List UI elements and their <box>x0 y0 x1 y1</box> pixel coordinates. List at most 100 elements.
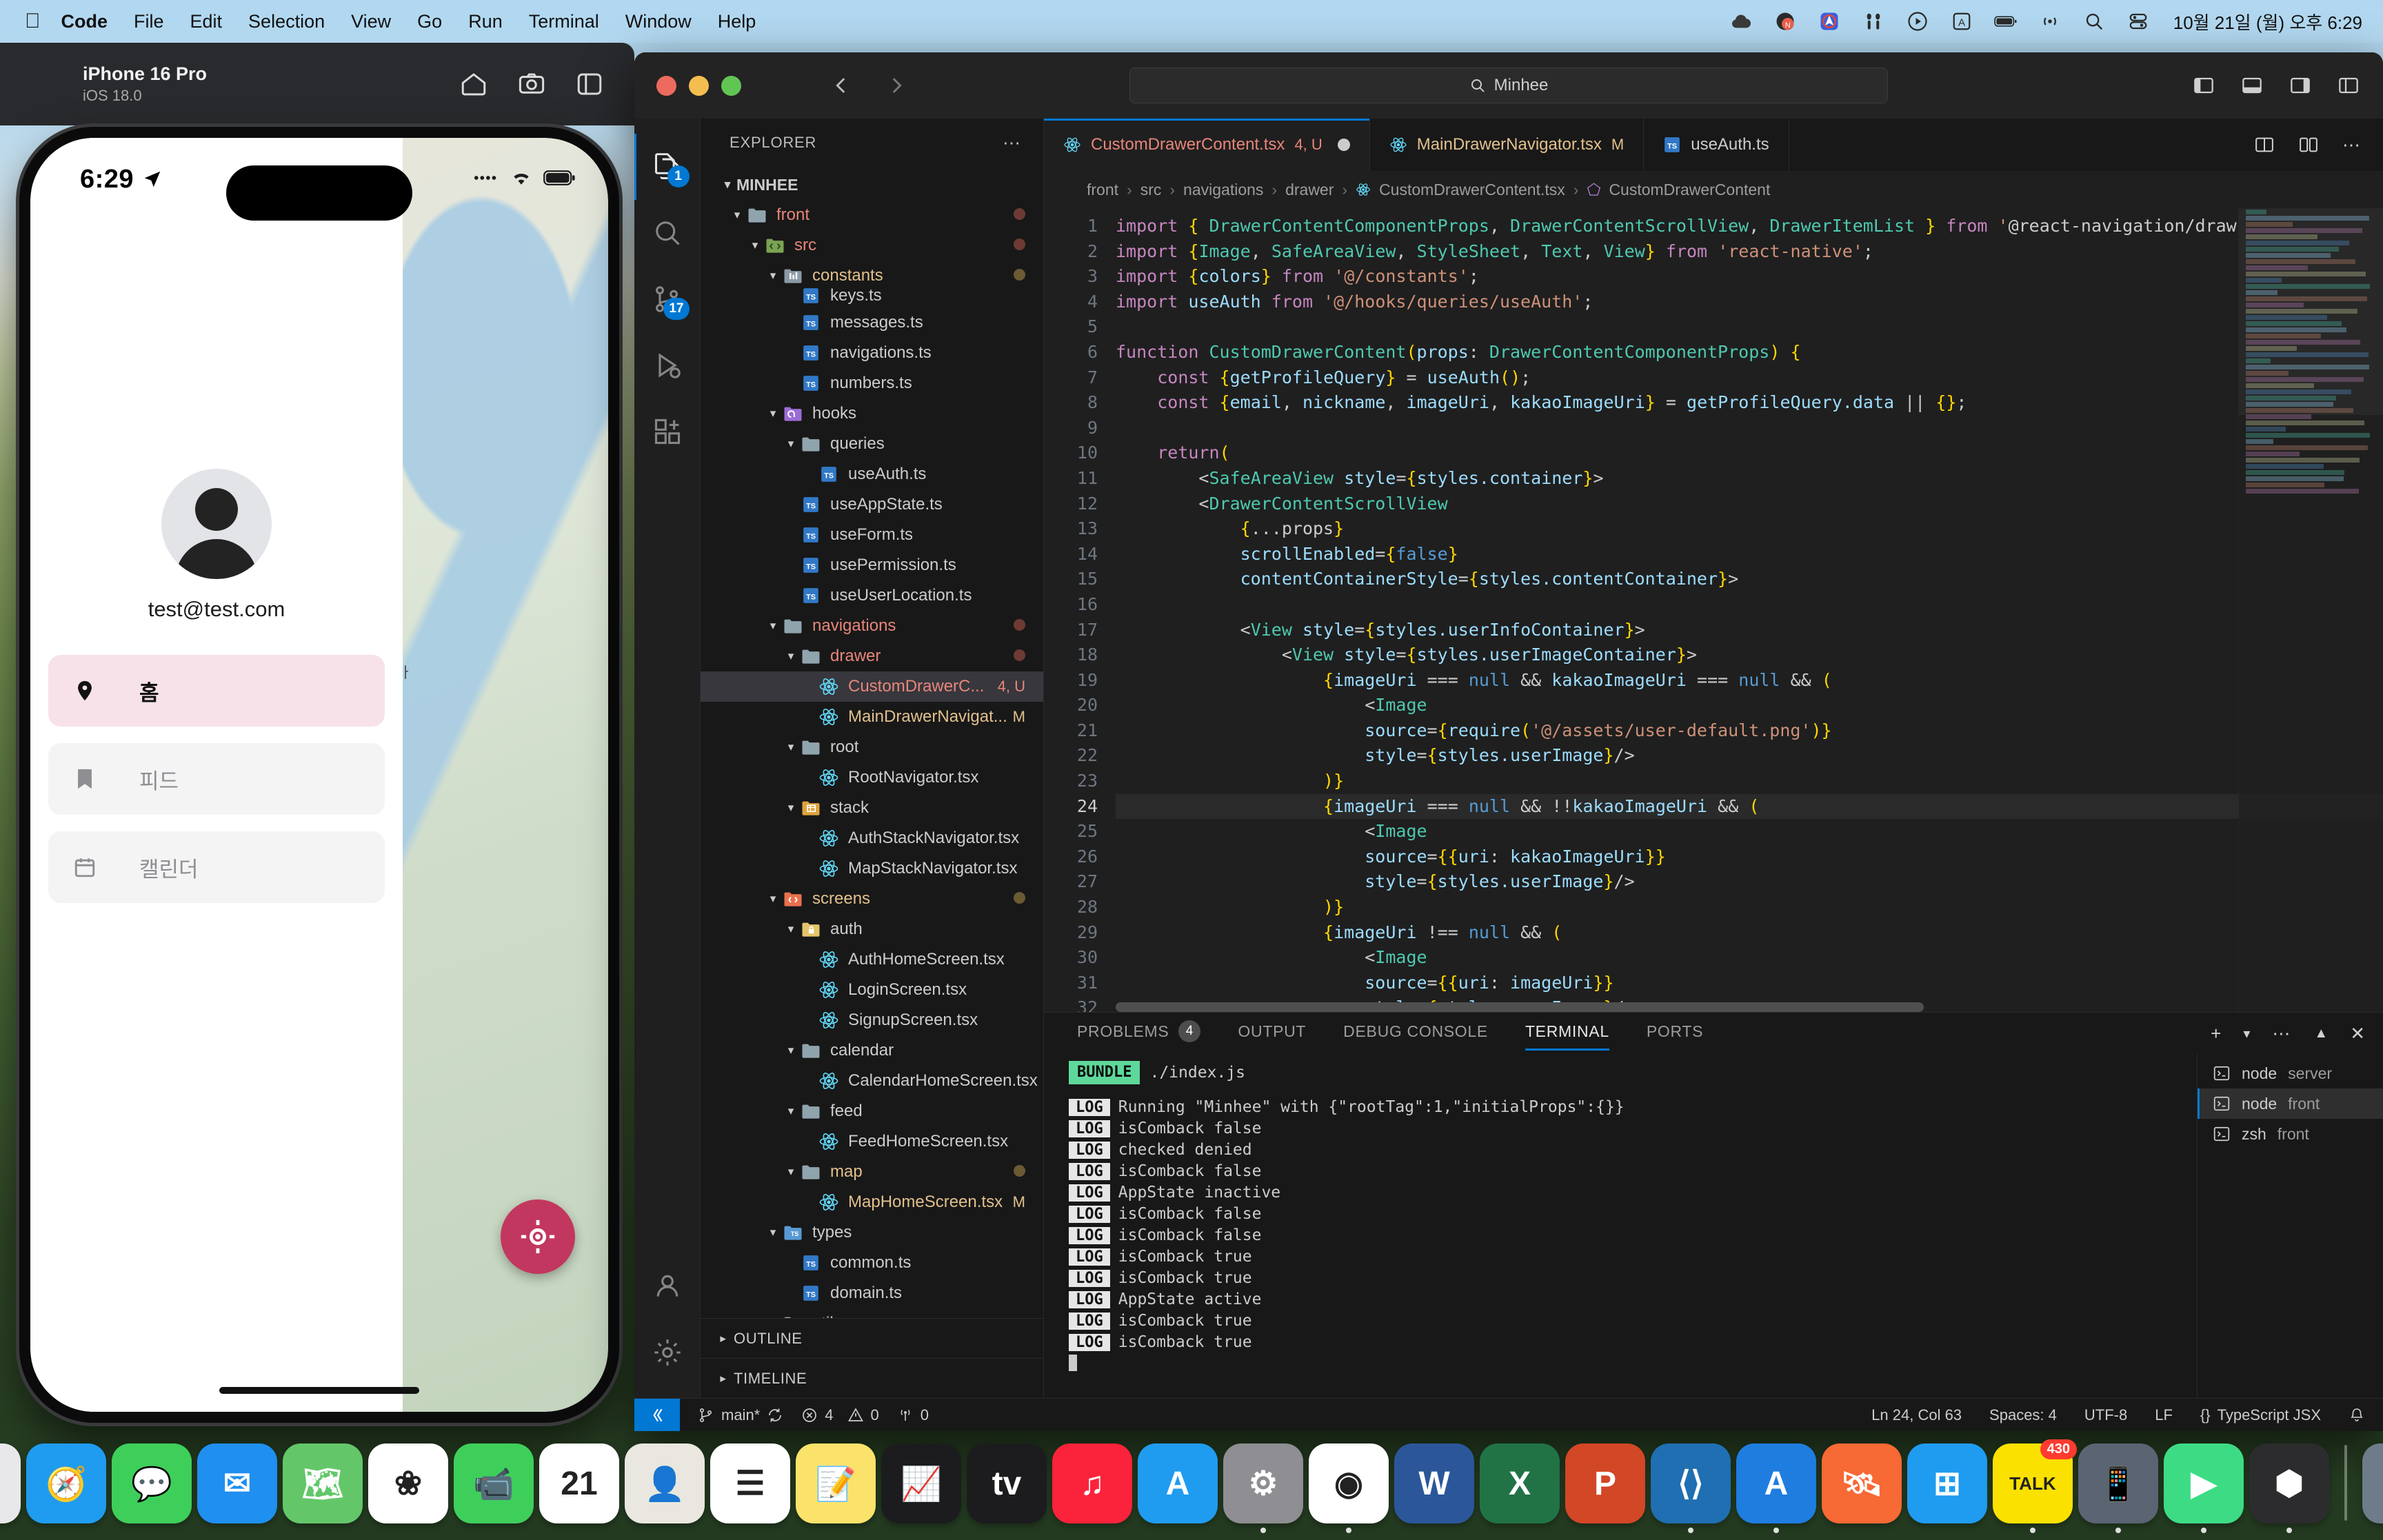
input-source-A-icon[interactable]: A <box>1950 10 1973 33</box>
menu-item-window[interactable]: Window <box>625 11 692 32</box>
code-line[interactable]: const {getProfileQuery} = useAuth(); <box>1116 365 2383 391</box>
command-center-search[interactable]: Minhee <box>1129 68 1888 103</box>
tree-file-row[interactable]: AuthHomeScreen.tsx <box>701 944 1043 975</box>
menu-item-file[interactable]: File <box>134 11 164 32</box>
screenshot-icon[interactable] <box>517 70 546 99</box>
end-of-line[interactable]: LF <box>2155 1406 2173 1424</box>
tree-file-row[interactable]: TS useAuth.ts <box>701 459 1043 489</box>
status-ports[interactable]: 0 <box>897 1406 929 1424</box>
tree-file-row[interactable]: TS navigations.ts <box>701 338 1043 368</box>
terminal-instance-list[interactable]: node server node front zsh front <box>2197 1054 2383 1398</box>
more-actions-icon[interactable]: ⋯ <box>2342 134 2362 156</box>
airpods-icon[interactable] <box>1862 10 1885 33</box>
toggle-primary-sidebar-icon[interactable] <box>2193 74 2215 97</box>
code-line[interactable]: function CustomDrawerContent(props: Draw… <box>1116 340 2383 365</box>
arrow-left-icon[interactable] <box>829 74 853 97</box>
tree-folder-row[interactable]: ▾ auth <box>701 914 1043 944</box>
tree-folder-row[interactable]: ▾ stack <box>701 793 1043 823</box>
sync-icon[interactable] <box>767 1407 783 1424</box>
terminal-item-zsh-front[interactable]: zsh front <box>2198 1119 2383 1149</box>
tree-folder-row[interactable]: ▾ front <box>701 200 1043 230</box>
horizontal-scrollbar[interactable] <box>1116 1002 2238 1012</box>
dock-item-downloads[interactable]: 🗂 <box>2362 1443 2383 1523</box>
code-line[interactable]: source={require('@/assets/user-default.p… <box>1116 718 2383 744</box>
explorer-file-tree[interactable]: ▾ MINHEE ▾ front ▾ src ▾ constants TS keys.ts TS… <box>701 167 1043 1318</box>
control-center-icon[interactable] <box>2126 10 2150 33</box>
activitybar-source-control[interactable]: 17 <box>634 266 701 332</box>
tree-file-row[interactable]: CalendarHomeScreen.tsx <box>701 1066 1043 1096</box>
close-window-button[interactable] <box>656 75 676 96</box>
menu-item-run[interactable]: Run <box>468 11 503 32</box>
vscode-status-bar[interactable]: main* 4 0 0 Ln 24, Col 63 Spaces: 4 UTF-… <box>634 1398 2383 1431</box>
code-line[interactable]: source={{uri: imageUri}} <box>1116 971 2383 996</box>
tab-use-auth[interactable]: TS useAuth.ts <box>1644 119 1789 171</box>
menu-item-edit[interactable]: Edit <box>190 11 223 32</box>
breadcrumb-drawer[interactable]: drawer <box>1285 181 1334 199</box>
tree-file-row[interactable]: AuthStackNavigator.tsx <box>701 823 1043 853</box>
explorer-root-row[interactable]: ▾ MINHEE <box>701 170 1043 200</box>
code-line[interactable]: )} <box>1116 895 2383 920</box>
minimize-window-button[interactable] <box>689 75 709 96</box>
tree-folder-row[interactable]: ▾ screens <box>701 884 1043 914</box>
code-line[interactable]: )} <box>1116 769 2383 794</box>
breadcrumb-file[interactable]: CustomDrawerContent.tsx <box>1379 181 1565 199</box>
search-input[interactable]: Minhee <box>1494 76 1549 95</box>
tab-main-drawer-navigator[interactable]: MainDrawerNavigator.tsx M <box>1370 119 1645 171</box>
code-line[interactable]: <Image <box>1116 819 2383 844</box>
status-branch[interactable]: main* <box>698 1406 783 1424</box>
tree-file-row[interactable]: TS useForm.ts <box>701 520 1043 550</box>
dock-item-launchpad[interactable]: ⬛ <box>0 1443 21 1523</box>
tree-folder-row[interactable]: ▾ hooks <box>701 398 1043 429</box>
dock-item-kakaotalk[interactable]: TALK 430 <box>1993 1439 2077 1533</box>
dock-item-reminders[interactable]: ☰ <box>710 1443 790 1523</box>
tree-folder-row[interactable]: ▾ drawer <box>701 641 1043 671</box>
activitybar-run-debug[interactable] <box>634 332 701 398</box>
activitybar-explorer[interactable]: 1 <box>634 134 701 200</box>
menu-item-selection[interactable]: Selection <box>248 11 325 32</box>
tab-custom-drawer-content[interactable]: CustomDrawerContent.tsx 4, U <box>1044 119 1370 171</box>
iphone-screen[interactable]: JONGNO-GU노르웨이오슬로Oslo북해덴마크네덜란드독일벨기에체코파리Pa… <box>30 138 608 1412</box>
code-line[interactable]: scrollEnabled={false} <box>1116 542 2383 567</box>
code-line[interactable] <box>1116 592 2383 618</box>
code-line[interactable]: <Image <box>1116 693 2383 718</box>
maximize-panel-icon[interactable]: ▲ <box>2314 1026 2328 1042</box>
dock-item-simulator[interactable]: 📱 <box>2078 1443 2158 1533</box>
toggle-secondary-sidebar-icon[interactable] <box>2289 74 2311 97</box>
control-play-icon[interactable] <box>1906 10 1929 33</box>
code-line[interactable]: {imageUri === null && !!kakaoImageUri &&… <box>1116 793 2383 820</box>
panel-tab-terminal[interactable]: TERMINAL <box>1525 1022 1609 1051</box>
dock-item-mail[interactable]: ✉ <box>197 1443 277 1523</box>
drawer-item-home[interactable]: 홈 <box>48 655 385 727</box>
code-editor[interactable]: 1 2 3 4 5 6 7 8 9 10 11 12 13 14 15 16 17 18 19 20 21 22 23 24 2… <box>1044 208 2383 1012</box>
dock-item-android-studio[interactable]: ▶ <box>2164 1443 2244 1533</box>
breadcrumb[interactable]: front › src › navigations › drawer › CustomD… <box>1044 171 2383 208</box>
activitybar-extensions[interactable] <box>634 398 701 465</box>
bell-icon[interactable] <box>2349 1407 2365 1424</box>
tree-folder-row[interactable]: ▾ map <box>701 1157 1043 1187</box>
tree-file-row[interactable]: TS messages.ts <box>701 307 1043 338</box>
tree-file-row[interactable]: TS useAppState.ts <box>701 489 1043 520</box>
dock-item-windows-app[interactable]: ⊞ <box>1907 1443 1987 1523</box>
tree-folder-row[interactable]: ▾ queries <box>701 429 1043 459</box>
status-language[interactable]: {} TypeScript JSX <box>2200 1406 2321 1424</box>
cursor-position[interactable]: Ln 24, Col 63 <box>1871 1406 1962 1424</box>
chevron-down-icon[interactable]: ▾ <box>782 922 800 936</box>
dock-item-chrome[interactable]: ◉ <box>1309 1443 1389 1533</box>
file-tree-rows[interactable]: ▾ front ▾ src ▾ constants TS keys.ts TS messages.… <box>701 200 1043 1318</box>
code-line[interactable]: import {colors} from '@/constants'; <box>1116 264 2383 290</box>
tree-file-row[interactable]: CustomDrawerC... 4, U <box>701 671 1043 702</box>
code-line[interactable]: import useAuth from '@/hooks/queries/use… <box>1116 290 2383 315</box>
dock-item-music[interactable]: ♫ <box>1052 1443 1132 1523</box>
add-terminal-icon[interactable]: + <box>2211 1023 2221 1044</box>
mac-menu-bar[interactable]:  Code File Edit Selection View Go Run T… <box>0 0 2383 43</box>
dock-item-vscode[interactable]: ⟨⟩ <box>1651 1443 1731 1533</box>
app-drawer-panel[interactable]: 6:29 test@test.com 홈 피드 캘린더 <box>30 138 403 1412</box>
code-line[interactable]: {imageUri === null && kakaoImageUri === … <box>1116 668 2383 693</box>
tree-folder-row[interactable]: ▾ src <box>701 230 1043 261</box>
iphone-simulator-window[interactable]: iPhone 16 Pro iOS 18.0 JONGNO-GU노르웨이오슬로O… <box>0 43 634 1423</box>
code-line[interactable]: {imageUri !== null && ( <box>1116 920 2383 946</box>
dock-item-appstore[interactable]: A <box>1138 1443 1218 1523</box>
tree-file-row[interactable]: MainDrawerNavigat... M <box>701 702 1043 732</box>
code-line[interactable]: <DrawerContentScrollView <box>1116 492 2383 517</box>
code-line[interactable]: contentContainerStyle={styles.contentCon… <box>1116 567 2383 592</box>
